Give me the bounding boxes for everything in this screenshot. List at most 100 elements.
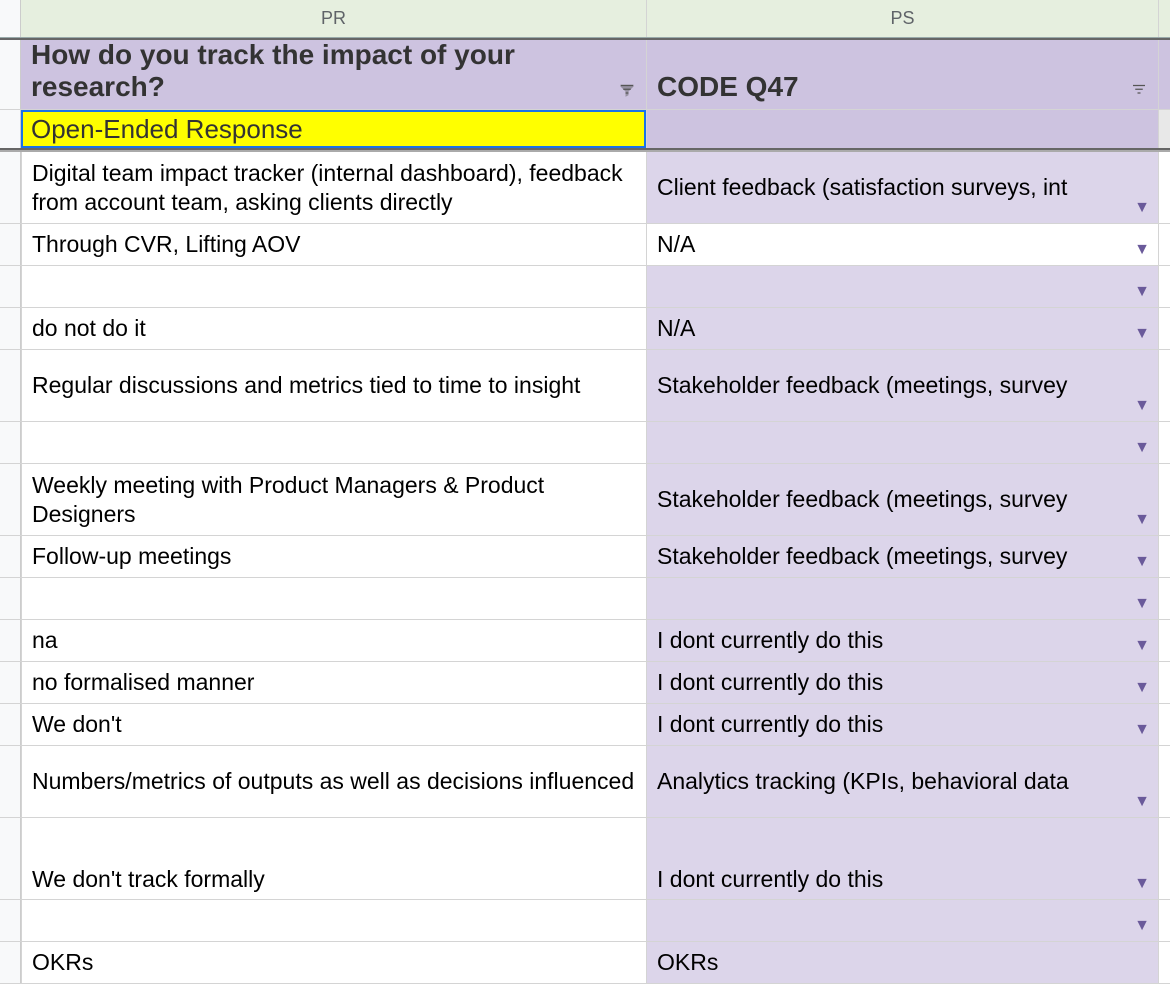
dropdown-arrow-icon[interactable]: ▼ <box>1134 553 1150 571</box>
dropdown-arrow-icon[interactable]: ▼ <box>1134 679 1150 697</box>
pr-cell[interactable]: Through CVR, Lifting AOV <box>21 224 647 265</box>
question-header-tail[interactable]: H <box>1159 40 1170 109</box>
tail-cell[interactable] <box>1159 746 1170 817</box>
question-header-pr[interactable]: How do you track the impact of your rese… <box>21 40 647 109</box>
pr-cell[interactable] <box>21 578 647 619</box>
ps-cell[interactable]: Stakeholder feedback (meetings, survey▼ <box>647 536 1159 577</box>
dropdown-arrow-icon[interactable]: ▼ <box>1134 283 1150 301</box>
ps-cell[interactable]: ▼ <box>647 578 1159 619</box>
row-number-gutter <box>0 578 21 619</box>
column-header-tail[interactable] <box>1159 0 1170 37</box>
tail-cell[interactable]: I <box>1159 422 1170 463</box>
tail-cell[interactable] <box>1159 350 1170 421</box>
pr-cell[interactable] <box>21 266 647 307</box>
column-header-ps[interactable]: PS <box>647 0 1159 37</box>
ps-cell[interactable]: OKRs <box>647 942 1159 983</box>
question-header-ps[interactable]: CODE Q47 <box>647 40 1159 109</box>
ps-cell[interactable]: Client feedback (satisfaction surveys, i… <box>647 152 1159 223</box>
dropdown-arrow-icon[interactable]: ▼ <box>1134 397 1150 415</box>
filter-icon[interactable] <box>618 81 636 99</box>
ps-cell[interactable]: ▼ <box>647 900 1159 941</box>
ps-cell[interactable]: Analytics tracking (KPIs, behavioral dat… <box>647 746 1159 817</box>
dropdown-arrow-icon[interactable]: ▼ <box>1134 917 1150 935</box>
tail-cell[interactable] <box>1159 464 1170 535</box>
dropdown-arrow-icon[interactable]: ▼ <box>1134 595 1150 613</box>
dropdown-arrow-icon[interactable]: ▼ <box>1134 325 1150 343</box>
tail-cell[interactable] <box>1159 266 1170 307</box>
pr-cell[interactable]: Weekly meeting with Product Managers & P… <box>21 464 647 535</box>
pr-cell[interactable]: na <box>21 620 647 661</box>
pr-cell[interactable]: We don't <box>21 704 647 745</box>
pr-cell[interactable] <box>21 422 647 463</box>
table-row: no formalised mannerI dont currently do … <box>0 662 1170 704</box>
ps-cell[interactable]: I dont currently do this▼ <box>647 704 1159 745</box>
row-number-gutter <box>0 704 21 745</box>
table-row: do not do itN/A▼ <box>0 308 1170 350</box>
pr-cell[interactable]: Regular discussions and metrics tied to … <box>21 350 647 421</box>
dropdown-arrow-icon[interactable]: ▼ <box>1134 793 1150 811</box>
tail-cell[interactable] <box>1159 900 1170 941</box>
table-row: Regular discussions and metrics tied to … <box>0 350 1170 422</box>
row-number-gutter <box>0 942 21 983</box>
tail-cell[interactable] <box>1159 308 1170 349</box>
table-row: ▼I <box>0 422 1170 464</box>
dropdown-arrow-icon[interactable]: ▼ <box>1134 439 1150 457</box>
row-number-gutter <box>0 224 21 265</box>
row-number-gutter <box>0 464 21 535</box>
row-number-gutter <box>0 662 21 703</box>
tail-cell[interactable] <box>1159 620 1170 661</box>
dropdown-arrow-icon[interactable]: ▼ <box>1134 199 1150 217</box>
pr-cell[interactable]: Numbers/metrics of outputs as well as de… <box>21 746 647 817</box>
pr-cell[interactable]: no formalised manner <box>21 662 647 703</box>
pr-cell[interactable]: Follow-up meetings <box>21 536 647 577</box>
filter-icon[interactable] <box>1130 81 1148 99</box>
dropdown-arrow-icon[interactable]: ▼ <box>1134 241 1150 259</box>
table-row: Through CVR, Lifting AOVN/A▼ <box>0 224 1170 266</box>
dropdown-arrow-icon[interactable]: ▼ <box>1134 637 1150 655</box>
row-number-gutter <box>0 746 21 817</box>
pr-cell[interactable]: Digital team impact tracker (internal da… <box>21 152 647 223</box>
ps-cell[interactable]: ▼ <box>647 266 1159 307</box>
dropdown-arrow-icon[interactable]: ▼ <box>1134 511 1150 529</box>
row-number-gutter <box>0 422 21 463</box>
ps-cell-text: Analytics tracking (KPIs, behavioral dat… <box>657 768 1069 795</box>
ps-cell[interactable]: I dont currently do this▼ <box>647 818 1159 899</box>
tail-cell[interactable] <box>1159 818 1170 899</box>
dropdown-arrow-icon[interactable]: ▼ <box>1134 721 1150 739</box>
ps-cell-text: Stakeholder feedback (meetings, survey <box>657 372 1067 399</box>
tail-cell[interactable] <box>1159 152 1170 223</box>
row-number-gutter <box>0 350 21 421</box>
ps-cell[interactable]: I dont currently do this ▼ <box>647 662 1159 703</box>
tail-cell[interactable] <box>1159 578 1170 619</box>
subheader-pr-cell[interactable]: Open-Ended Response <box>21 110 647 148</box>
ps-cell[interactable]: ▼ <box>647 422 1159 463</box>
subheader-ps-cell[interactable] <box>647 110 1159 148</box>
spreadsheet: PR PS How do you track the impact of you… <box>0 0 1170 984</box>
subheader-tail-cell[interactable]: I <box>1159 110 1170 148</box>
ps-cell[interactable]: N/A▼ <box>647 308 1159 349</box>
tail-cell[interactable] <box>1159 224 1170 265</box>
tail-cell[interactable] <box>1159 536 1170 577</box>
table-row: Weekly meeting with Product Managers & P… <box>0 464 1170 536</box>
pr-cell[interactable]: do not do it <box>21 308 647 349</box>
column-header-pr[interactable]: PR <box>21 0 647 37</box>
pr-cell[interactable]: OKRs <box>21 942 647 983</box>
row-number-gutter <box>0 0 21 37</box>
table-row: Numbers/metrics of outputs as well as de… <box>0 746 1170 818</box>
tail-cell[interactable] <box>1159 704 1170 745</box>
ps-cell[interactable]: I dont currently do this▼ <box>647 620 1159 661</box>
dropdown-arrow-icon[interactable]: ▼ <box>1134 875 1150 893</box>
table-row: OKRsOKRs <box>0 942 1170 984</box>
ps-cell[interactable]: N/A▼ <box>647 224 1159 265</box>
pr-cell[interactable] <box>21 900 647 941</box>
row-number-gutter <box>0 266 21 307</box>
row-number-gutter <box>0 308 21 349</box>
ps-cell[interactable]: Stakeholder feedback (meetings, survey ▼ <box>647 350 1159 421</box>
row-number-gutter <box>0 152 21 223</box>
table-row: Digital team impact tracker (internal da… <box>0 152 1170 224</box>
ps-cell-text: I dont currently do this <box>657 669 883 696</box>
tail-cell[interactable] <box>1159 662 1170 703</box>
pr-cell[interactable]: We don't track formally <box>21 818 647 899</box>
tail-cell[interactable] <box>1159 942 1170 983</box>
ps-cell[interactable]: Stakeholder feedback (meetings, survey▼ <box>647 464 1159 535</box>
